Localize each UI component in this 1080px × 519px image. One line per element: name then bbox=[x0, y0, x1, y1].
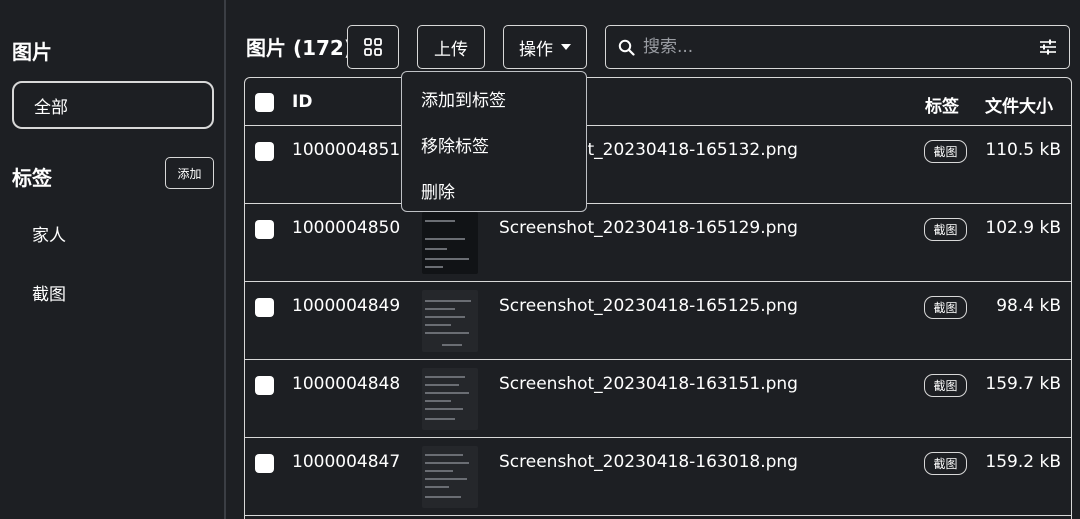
table-row[interactable]: 1000004848 Screenshot_20230418-163151.pn… bbox=[245, 360, 1071, 438]
add-tag-button[interactable]: 添加 bbox=[165, 157, 214, 189]
tags-title: 标签 bbox=[12, 166, 52, 190]
sidebar-item-screenshots[interactable]: 截图 bbox=[32, 280, 66, 305]
actions-label: 操作 bbox=[519, 39, 553, 60]
thumbnail-image[interactable] bbox=[422, 368, 478, 430]
caret-down-icon bbox=[561, 44, 571, 50]
table-header: ID 标签 文件大小 bbox=[245, 78, 1071, 126]
row-size: 159.2 kB bbox=[985, 452, 1061, 472]
grid-icon bbox=[364, 38, 382, 56]
grid-view-button[interactable] bbox=[347, 25, 399, 69]
tag-badge[interactable]: 截图 bbox=[924, 452, 967, 475]
upload-button[interactable]: 上传 bbox=[417, 25, 485, 69]
header-size: 文件大小 bbox=[985, 97, 1053, 117]
header-tags: 标签 bbox=[925, 97, 959, 117]
app-root: 图片 全部 标签 添加 家人 截图 图片 (172) 上传 操作 搜索... I… bbox=[0, 0, 1080, 519]
search-icon bbox=[618, 39, 635, 56]
row-filename[interactable]: Screenshot_20230418-163151.png bbox=[499, 374, 798, 394]
select-all-checkbox[interactable] bbox=[255, 93, 274, 112]
table-row[interactable]: 1000004847 Screenshot_20230418-163018.pn… bbox=[245, 438, 1071, 516]
header-id: ID bbox=[292, 92, 313, 112]
menu-item-delete[interactable]: 删除 bbox=[402, 176, 586, 222]
tag-badge[interactable]: 截图 bbox=[924, 140, 967, 163]
row-size: 98.4 kB bbox=[996, 296, 1061, 316]
row-size: 110.5 kB bbox=[985, 140, 1061, 160]
row-checkbox[interactable] bbox=[255, 454, 274, 473]
actions-dropdown-button[interactable]: 操作 bbox=[503, 25, 587, 69]
menu-item-add-to-tag[interactable]: 添加到标签 bbox=[402, 84, 586, 130]
row-checkbox[interactable] bbox=[255, 220, 274, 239]
thumbnail-image[interactable] bbox=[422, 290, 478, 352]
row-id: 1000004849 bbox=[292, 296, 401, 316]
search-input[interactable] bbox=[643, 37, 1039, 57]
row-id: 1000004847 bbox=[292, 452, 401, 472]
tag-badge[interactable]: 截图 bbox=[924, 296, 967, 319]
row-size: 159.7 kB bbox=[985, 374, 1061, 394]
sidebar-item-family[interactable]: 家人 bbox=[32, 221, 66, 246]
tag-badge[interactable]: 截图 bbox=[924, 374, 967, 397]
table-row[interactable]: 1000004850 Screenshot_20230418-165129.pn… bbox=[245, 204, 1071, 282]
menu-item-remove-tag[interactable]: 移除标签 bbox=[402, 130, 586, 176]
images-table: ID 标签 文件大小 1000004851 Screenshot_2023041… bbox=[244, 77, 1072, 519]
row-id: 1000004848 bbox=[292, 374, 401, 394]
actions-dropdown-menu: 添加到标签 移除标签 删除 bbox=[401, 71, 587, 212]
row-id: 1000004851 bbox=[292, 140, 401, 160]
sidebar: 图片 全部 标签 添加 家人 截图 bbox=[0, 0, 226, 519]
row-checkbox[interactable] bbox=[255, 298, 274, 317]
search-bar[interactable] bbox=[605, 25, 1070, 69]
row-id: 1000004850 bbox=[292, 218, 401, 238]
row-size: 102.9 kB bbox=[985, 218, 1061, 238]
sidebar-item-all[interactable]: 全部 bbox=[12, 81, 214, 129]
row-checkbox[interactable] bbox=[255, 376, 274, 395]
tag-badge[interactable]: 截图 bbox=[924, 218, 967, 241]
row-checkbox[interactable] bbox=[255, 142, 274, 161]
sidebar-title: 图片 bbox=[12, 40, 52, 64]
page-title: 图片 (172) bbox=[246, 36, 348, 60]
sliders-icon[interactable] bbox=[1039, 39, 1057, 55]
table-row[interactable]: 1000004849 Screenshot_20230418-165125.pn… bbox=[245, 282, 1071, 360]
thumbnail-image[interactable] bbox=[422, 446, 478, 508]
row-filename[interactable]: Screenshot_20230418-165125.png bbox=[499, 296, 798, 316]
table-row[interactable]: 1000004851 Screenshot_20230418-165132.pn… bbox=[245, 126, 1071, 204]
row-filename[interactable]: Screenshot_20230418-163018.png bbox=[499, 452, 798, 472]
